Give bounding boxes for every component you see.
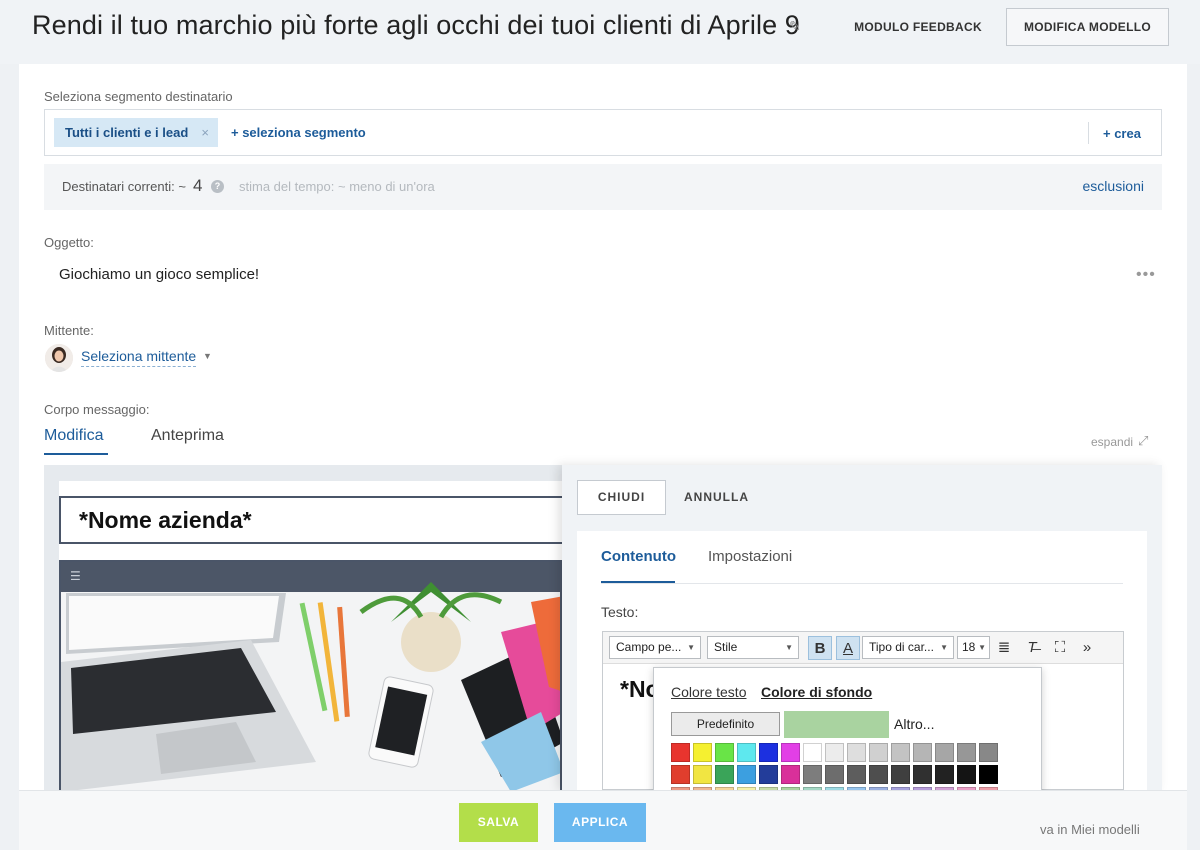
remove-segment-icon[interactable]: × [201,118,209,147]
text-label: Testo: [601,604,639,620]
color-swatch[interactable] [737,765,756,784]
color-swatch[interactable] [825,743,844,762]
select-segment-link[interactable]: + seleziona segmento [231,125,366,140]
segment-label: Seleziona segmento destinatario [44,89,233,104]
exclusions-link[interactable]: esclusioni [1083,178,1144,194]
sender-label: Mittente: [44,323,94,338]
color-swatch[interactable] [935,765,954,784]
body-label: Corpo messaggio: [44,402,150,417]
fullscreen-icon[interactable]: ⛶ [1048,636,1072,660]
more-tools-button[interactable]: » [1075,636,1099,660]
font-select[interactable]: Tipo di car... ▼ [862,636,954,659]
cancel-button[interactable]: ANNULLA [684,490,749,504]
color-swatch[interactable] [781,743,800,762]
color-swatch[interactable] [935,743,954,762]
color-swatch[interactable] [891,765,910,784]
color-swatch[interactable] [759,743,778,762]
active-tab-indicator [44,453,108,455]
align-icon[interactable]: ≣ [992,636,1016,660]
chevron-down-icon[interactable]: ▼ [203,351,212,361]
segment-chip-label: Tutti i clienti e i lead [65,125,189,140]
field-select[interactable]: Campo pe... ▼ [609,636,701,659]
current-color-preview [784,711,889,738]
color-swatch[interactable] [979,743,998,762]
recipients-bar: Destinatari correnti: ~ 4 ? stima del te… [44,164,1162,210]
color-swatch[interactable] [781,765,800,784]
recipients-label: Destinatari correnti: ~ [62,179,186,194]
feedback-form-button[interactable]: MODULO FEEDBACK [848,12,988,42]
divider [1088,122,1089,144]
company-name-text: *Nome azienda* [79,507,252,533]
style-select-label: Stile [714,640,738,654]
color-swatch[interactable] [759,765,778,784]
color-swatch[interactable] [891,743,910,762]
color-swatch[interactable] [715,743,734,762]
color-swatch[interactable] [803,765,822,784]
save-to-templates-link[interactable]: va in Miei modelli [1040,822,1140,837]
chevron-down-icon: ▼ [940,643,948,652]
tab-settings[interactable]: Impostazioni [708,548,792,565]
field-select-label: Campo pe... [616,640,682,654]
style-select[interactable]: Stile ▼ [707,636,799,659]
text-color-button[interactable]: A [836,636,860,660]
create-segment-link[interactable]: + crea [1103,126,1141,141]
pencil-icon[interactable]: ✎ [789,19,803,33]
color-swatch[interactable] [693,765,712,784]
page-title: Rendi il tuo marchio più forte agli occh… [32,10,800,40]
font-select-label: Tipo di car... [869,640,934,654]
color-swatch[interactable] [737,743,756,762]
top-bar: Rendi il tuo marchio più forte agli occh… [0,0,1200,64]
divider [601,583,1123,584]
color-swatch[interactable] [847,743,866,762]
modify-template-button[interactable]: MODIFICA MODELLO [1006,8,1169,46]
help-icon[interactable]: ? [211,180,224,193]
segment-selector[interactable]: Tutti i clienti e i lead × + seleziona s… [44,109,1162,156]
avatar [45,344,73,372]
color-swatch[interactable] [957,743,976,762]
color-swatch[interactable] [847,765,866,784]
chevron-down-icon: ▼ [687,643,695,652]
recipients-count: 4 [193,176,203,195]
more-colors-link[interactable]: Altro... [894,716,934,732]
clear-format-icon[interactable]: T̶ [1020,636,1044,660]
tab-edit[interactable]: Modifica [44,427,104,445]
color-swatch[interactable] [869,765,888,784]
tab-text-color[interactable]: Colore testo [671,684,746,700]
default-color-button[interactable]: Predefinito [671,712,780,736]
tab-background-color[interactable]: Colore di sfondo [761,684,872,700]
chevron-down-icon: ▼ [785,643,793,652]
apply-button[interactable]: APPLICA [554,803,646,842]
tab-content[interactable]: Contenuto [601,548,676,565]
chevron-down-icon: ▼ [978,643,986,652]
color-swatch[interactable] [957,765,976,784]
color-swatch[interactable] [671,765,690,784]
color-swatch[interactable] [869,743,888,762]
expand-link[interactable]: espandi [1091,435,1133,449]
color-swatch[interactable] [715,765,734,784]
size-select-label: 18 [962,640,976,654]
tab-preview[interactable]: Anteprima [151,427,224,445]
bold-button[interactable]: B [808,636,832,660]
color-swatch[interactable] [979,765,998,784]
subject-input[interactable]: Giochiamo un gioco semplice! [59,266,259,283]
close-button[interactable]: CHIUDI [577,480,666,515]
size-select[interactable]: 18 ▼ [957,636,990,659]
expand-icon[interactable]: ⤢ [1138,433,1148,449]
color-swatch[interactable] [825,765,844,784]
color-swatch[interactable] [803,743,822,762]
company-name-block[interactable]: *Nome azienda* [59,496,579,544]
color-swatch[interactable] [913,743,932,762]
save-button[interactable]: SALVA [459,803,538,842]
more-options-icon[interactable]: ••• [1136,266,1156,284]
time-estimate: stima del tempo: ~ meno di un'ora [239,179,435,194]
hero-image[interactable]: ☰ [59,560,562,790]
subject-label: Oggetto: [44,235,94,250]
color-swatch[interactable] [913,765,932,784]
segment-chip[interactable]: Tutti i clienti e i lead × [54,118,218,147]
color-swatch[interactable] [693,743,712,762]
color-swatch[interactable] [671,743,690,762]
select-sender-dropdown[interactable]: Seleziona mittente [81,348,197,367]
